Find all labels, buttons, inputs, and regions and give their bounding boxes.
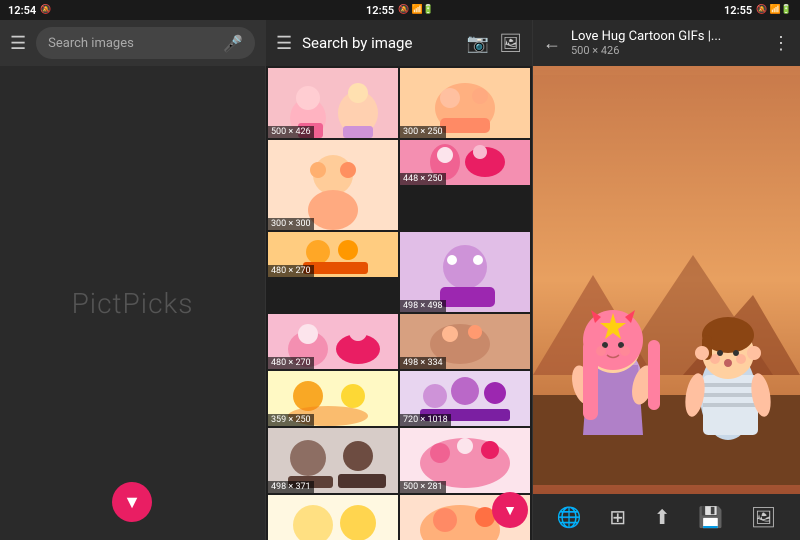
- globe-icon[interactable]: 🌐: [549, 497, 590, 537]
- search-placeholder-text: Search images: [48, 36, 223, 51]
- grid-size: 498 × 334: [400, 357, 446, 369]
- panel-search: ☰ Search by image 📷 🖼: [265, 20, 533, 540]
- image-icon[interactable]: 🖼: [743, 497, 784, 537]
- status-icons-3: 🔕 📶🔋: [756, 5, 792, 15]
- search-title: Search by image: [302, 34, 457, 52]
- grid-size: 359 × 250: [268, 414, 314, 426]
- status-panel-1: 12:54 🔕: [0, 0, 267, 20]
- grid-size: 500 × 281: [400, 481, 446, 493]
- more-icon[interactable]: ⋮: [772, 33, 790, 54]
- mic-icon[interactable]: 🎤: [223, 34, 243, 53]
- status-bar: 12:54 🔕 12:55 🔕 📶🔋 12:55 🔕 📶🔋: [0, 0, 800, 20]
- grid-item[interactable]: 720 × 1018: [400, 371, 530, 426]
- detail-subtitle: 500 × 426: [571, 44, 762, 57]
- grid-item[interactable]: 480 × 270: [268, 314, 398, 369]
- pictpicks-toolbar: ☰ Search images 🎤: [0, 20, 265, 66]
- panel-pictpicks: ☰ Search images 🎤 PictPicks ▼: [0, 20, 265, 540]
- grid-size: 498 × 371: [268, 481, 314, 493]
- cartoon-scene: [533, 66, 800, 494]
- grid-item[interactable]: 498 × 384: [268, 495, 398, 540]
- thumbnail-svg: [268, 140, 398, 230]
- grid-size: 720 × 1018: [400, 414, 451, 426]
- hamburger-icon[interactable]: ☰: [10, 33, 26, 54]
- grid-item[interactable]: 300 × 250: [400, 68, 530, 138]
- grid-size: 300 × 250: [400, 126, 446, 138]
- search-box[interactable]: Search images 🎤: [36, 27, 255, 59]
- detail-title-wrap: Love Hug Cartoon GIFs |... 500 × 426: [571, 29, 762, 57]
- image-grid: 500 × 426 300 × 250: [266, 66, 532, 540]
- share-icon[interactable]: ⬆: [646, 497, 679, 537]
- detail-toolbar: ← Love Hug Cartoon GIFs |... 500 × 426 ⋮: [533, 20, 800, 66]
- grid-item[interactable]: 480 × 270: [268, 232, 398, 277]
- grid-size: 448 × 250: [400, 173, 446, 185]
- detail-image-area: [533, 66, 800, 494]
- grid-size: 300 × 300: [268, 218, 314, 230]
- status-panel-3: 12:55 🔕 📶🔋: [533, 0, 800, 20]
- grid-item[interactable]: 498 × 334: [400, 314, 530, 369]
- time-3: 12:55: [724, 4, 752, 17]
- status-icons-1: 🔕: [40, 5, 51, 15]
- grid-icon[interactable]: ⊞: [601, 497, 634, 537]
- time-1: 12:54: [8, 4, 36, 17]
- search-toolbar: ☰ Search by image 📷 🖼: [266, 20, 532, 66]
- panel-detail: ← Love Hug Cartoon GIFs |... 500 × 426 ⋮: [533, 20, 800, 540]
- grid-item[interactable]: 500 × 426: [268, 68, 398, 138]
- save-icon[interactable]: 💾: [690, 497, 731, 537]
- status-panel-2: 12:55 🔕 📶🔋: [267, 0, 534, 20]
- filter-icon-2: ▼: [503, 502, 517, 519]
- grid-item[interactable]: 500 × 281: [400, 428, 530, 493]
- grid-item[interactable]: 300 × 300: [268, 140, 398, 230]
- pictpicks-content: PictPicks: [0, 66, 265, 540]
- detail-bottom-bar: 🌐 ⊞ ⬆ 💾 🖼: [533, 494, 800, 540]
- grid-size: 480 × 270: [268, 265, 314, 277]
- detail-title: Love Hug Cartoon GIFs |...: [571, 29, 762, 44]
- back-icon[interactable]: ←: [543, 33, 561, 54]
- filter-fab-1[interactable]: ▼: [112, 482, 152, 522]
- camera-icon[interactable]: 📷: [467, 33, 489, 54]
- time-2: 12:55: [366, 4, 394, 17]
- grid-size: 480 × 270: [268, 357, 314, 369]
- grid-item[interactable]: 448 × 250: [400, 140, 530, 185]
- main-area: ☰ Search images 🎤 PictPicks ▼ ☰ Search b…: [0, 20, 800, 540]
- grid-size: 498 × 498: [400, 300, 446, 312]
- status-icons-2: 🔕 📶🔋: [398, 5, 434, 15]
- filter-fab-2[interactable]: ▼: [492, 492, 528, 528]
- thumbnail-svg: [268, 495, 398, 540]
- pictpicks-logo: PictPicks: [72, 287, 194, 320]
- filter-icon-1: ▼: [123, 492, 141, 513]
- grid-item[interactable]: 498 × 371: [268, 428, 398, 493]
- grid-size: 500 × 426: [268, 126, 314, 138]
- grid-item[interactable]: 359 × 250: [268, 371, 398, 426]
- image-upload-icon[interactable]: 🖼: [499, 33, 522, 54]
- search-hamburger-icon[interactable]: ☰: [276, 33, 292, 54]
- grid-item[interactable]: 498 × 498: [400, 232, 530, 312]
